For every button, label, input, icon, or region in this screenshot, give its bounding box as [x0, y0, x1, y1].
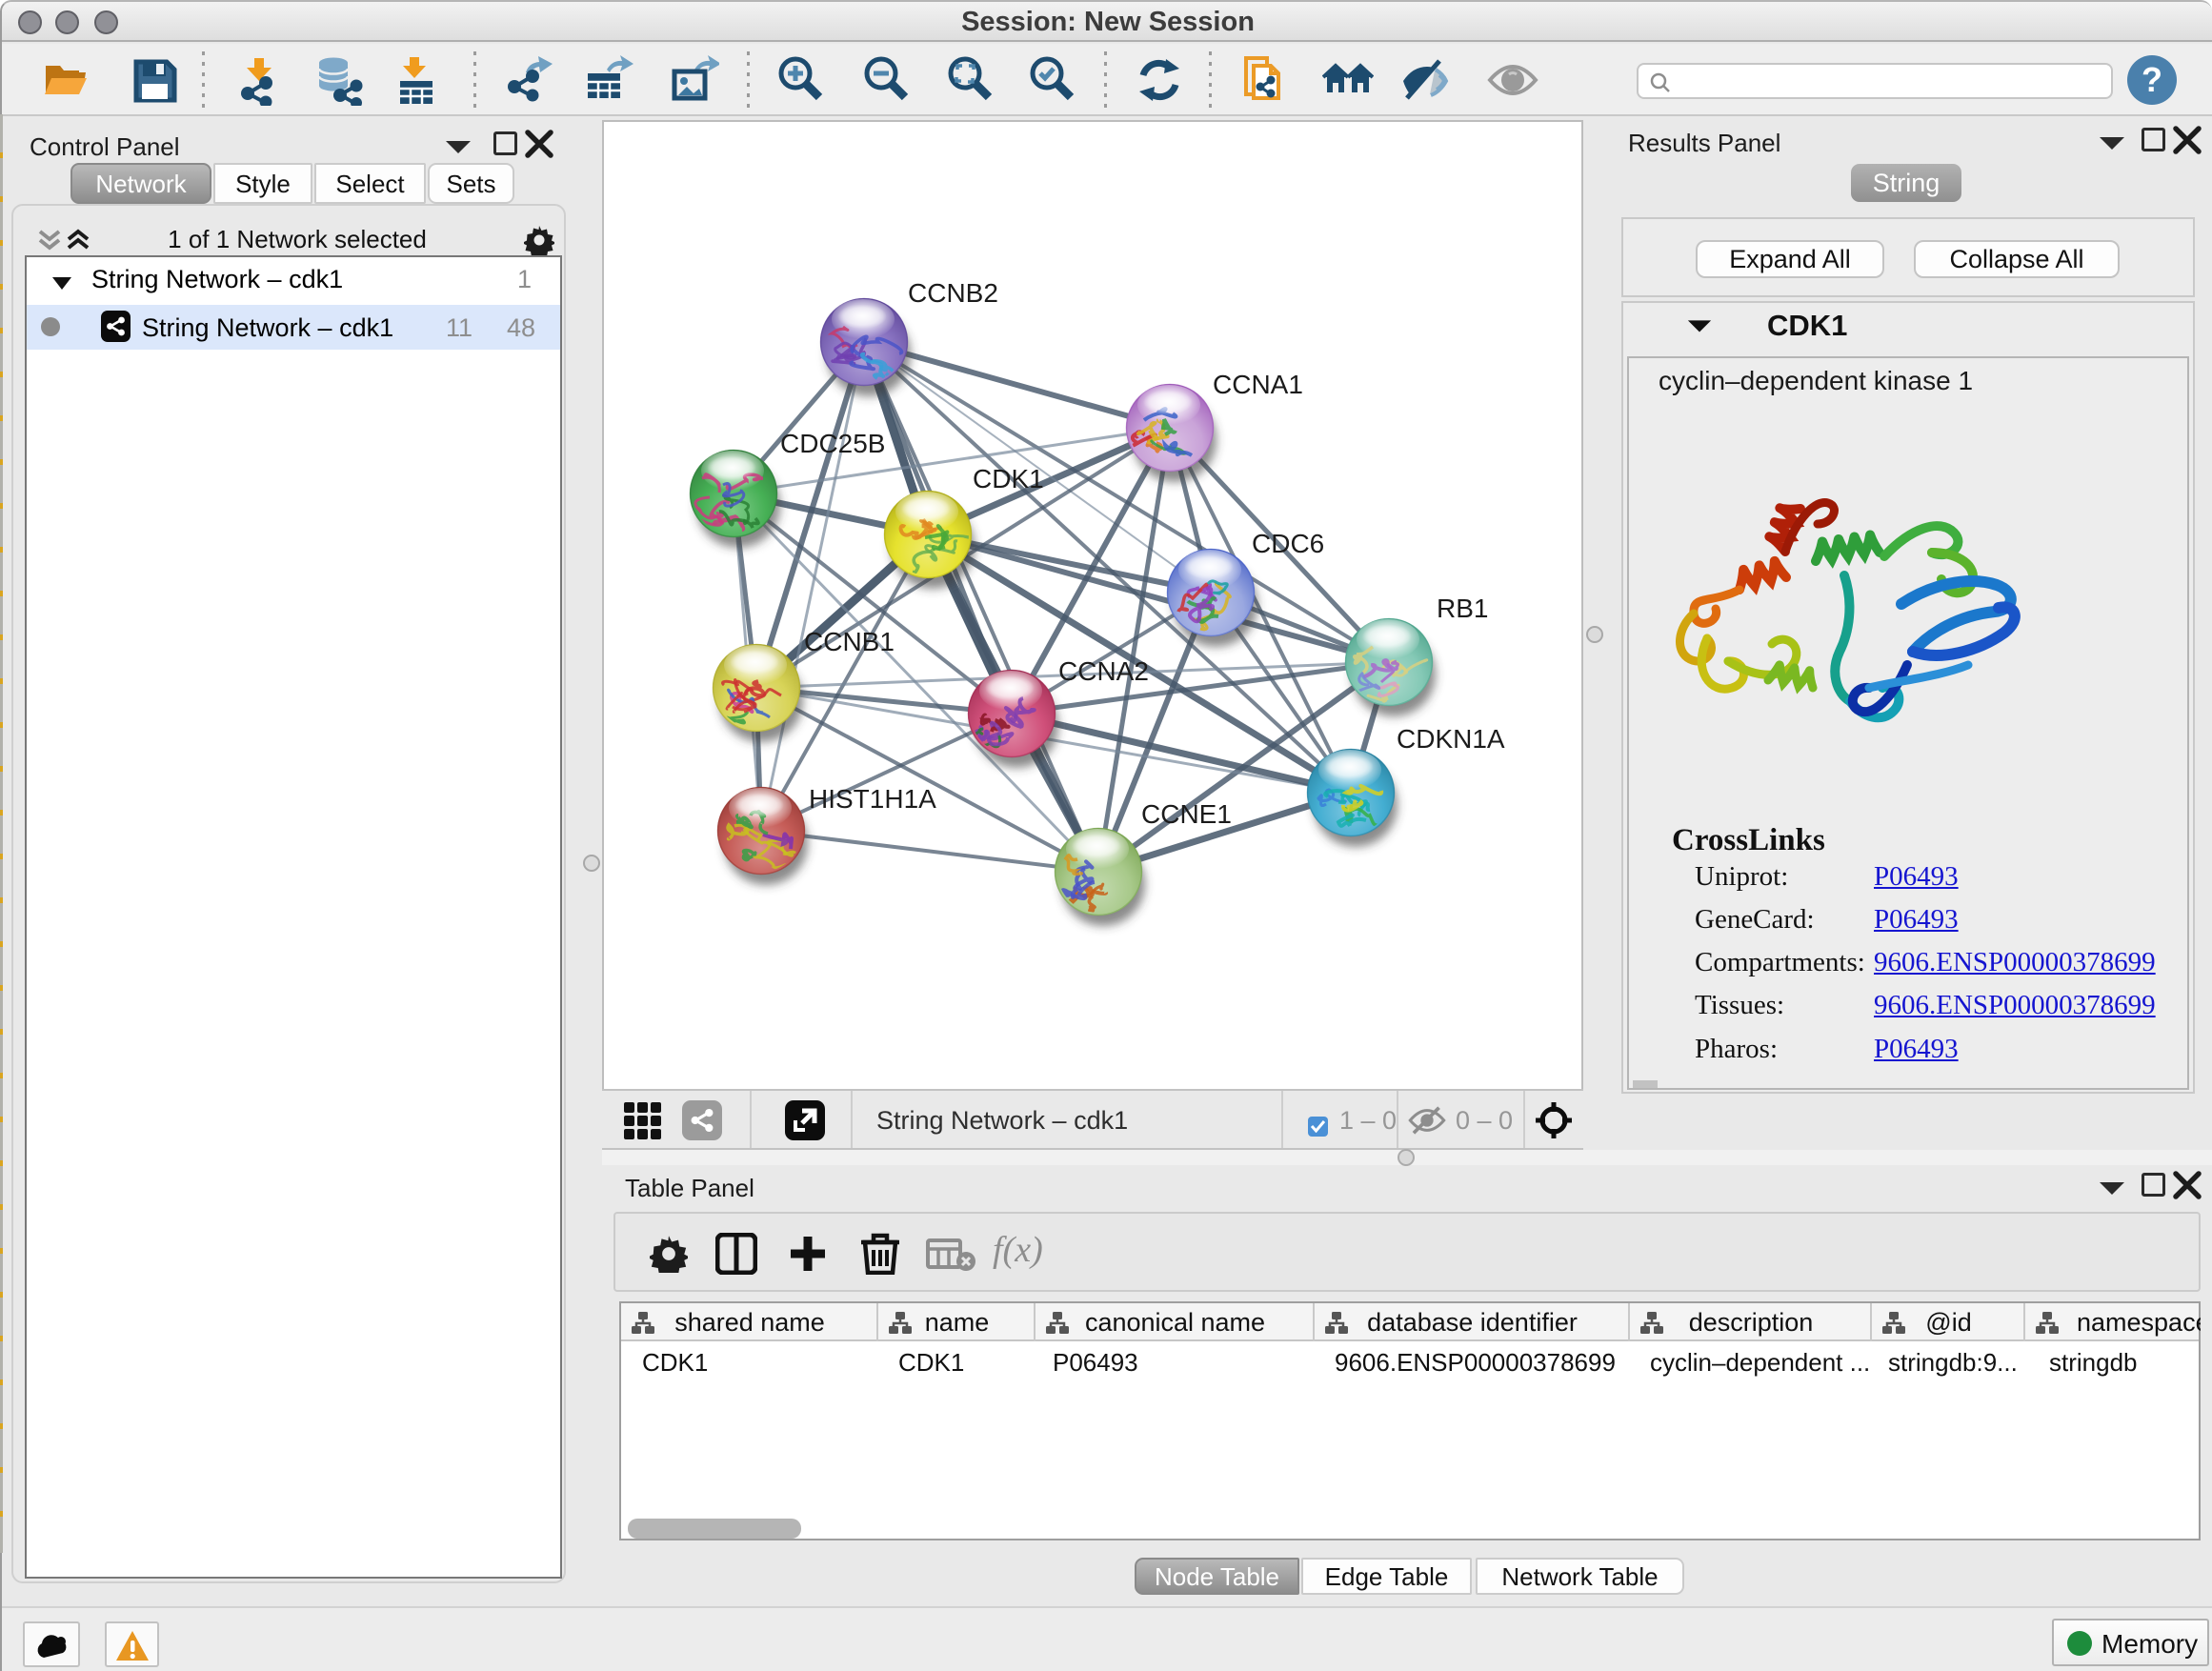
svg-text:?: ? — [2142, 60, 2162, 99]
